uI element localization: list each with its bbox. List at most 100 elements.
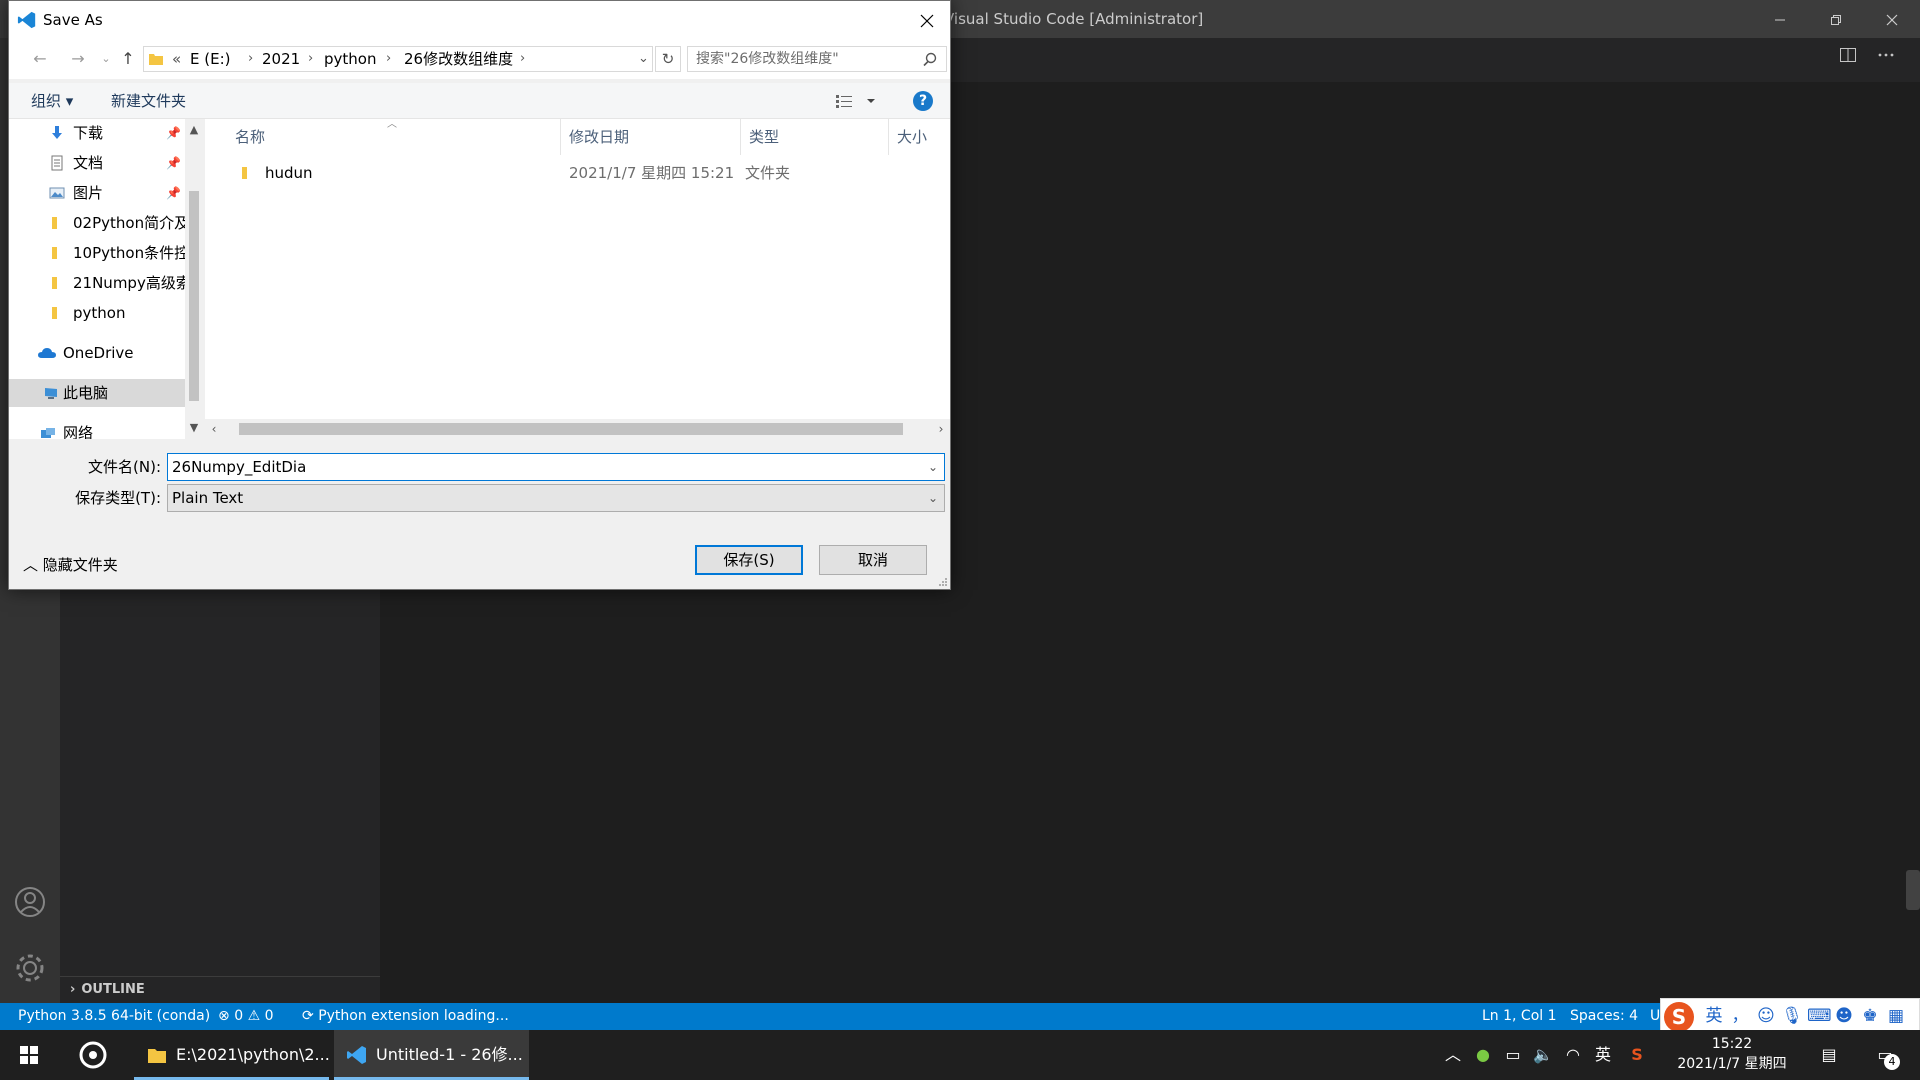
problems-indicator[interactable]: ⊗ 0 ⚠ 0 (218, 1003, 274, 1030)
column-header-size[interactable]: 大小 (889, 119, 950, 155)
ime-voice-icon[interactable]: 🎙 (1781, 1005, 1803, 1027)
table-row[interactable]: hudun 2021/1/7 星期四 15:21 文件夹 (215, 159, 945, 187)
chevron-down-icon[interactable]: ⌄ (928, 485, 938, 511)
ime-skin-icon[interactable]: ♚ (1859, 1005, 1881, 1027)
tray-overflow-icon[interactable]: ︿ (1442, 1044, 1464, 1066)
computer-icon (45, 388, 57, 399)
ime-user-icon[interactable]: ☻ (1833, 1005, 1855, 1027)
chevron-right-icon[interactable]: › (386, 47, 391, 71)
ime-keyboard-icon[interactable]: ⌨ (1807, 1005, 1832, 1027)
address-segment-year[interactable]: 2021 (262, 47, 300, 71)
taskbar-vscode[interactable]: Untitled-1 - 26修... (334, 1030, 529, 1080)
ime-lang-mode[interactable]: 英 (1703, 1005, 1725, 1027)
scroll-right-icon[interactable]: › (932, 419, 950, 439)
address-segment-drive[interactable]: E (E:) (190, 47, 230, 71)
nav-item-pictures[interactable]: 图片 📌 (9, 179, 185, 207)
address-segment-python[interactable]: python (324, 47, 376, 71)
navigation-pane-scrollbar[interactable]: ▲ ▼ (185, 119, 203, 439)
chevron-right-icon: › (70, 982, 76, 997)
accounts-button[interactable] (10, 882, 50, 922)
notification-badge: 4 (1884, 1054, 1900, 1070)
nav-item-this-pc[interactable]: 此电脑 (9, 379, 185, 407)
resize-grip-icon[interactable] (938, 577, 948, 587)
scroll-up-icon[interactable]: ▲ (185, 121, 203, 139)
search-box[interactable]: 搜索"26修改数组维度" (687, 46, 947, 72)
new-folder-button[interactable]: 新建文件夹 (111, 83, 186, 119)
sogou-tray-icon[interactable]: S (1626, 1044, 1648, 1066)
recent-locations-button[interactable]: ⌄ (95, 48, 117, 70)
file-list-hscrollbar[interactable]: ‹ › (205, 419, 950, 439)
filetype-select[interactable]: Plain Text ⌄ (167, 484, 945, 512)
tray-language[interactable]: 英 (1592, 1044, 1614, 1066)
dialog-titlebar[interactable]: Save As (9, 1, 950, 39)
nav-item-network[interactable]: 网络 (9, 419, 185, 439)
address-overflow[interactable]: « (172, 47, 181, 71)
volume-icon[interactable]: 🔈 (1532, 1044, 1554, 1066)
wifi-icon[interactable]: ◠ (1562, 1044, 1584, 1066)
chevron-up-icon: ︿ (23, 556, 39, 574)
chevron-down-icon[interactable]: ⌄ (928, 454, 938, 480)
chevron-right-icon[interactable]: › (520, 47, 525, 71)
manage-button[interactable] (10, 948, 50, 988)
cursor-position[interactable]: Ln 1, Col 1 (1482, 1003, 1557, 1030)
pin-icon: 📌 (166, 186, 181, 200)
encoding[interactable]: U (1650, 1003, 1660, 1030)
scrollbar-thumb[interactable] (189, 191, 199, 401)
taskbar-explorer[interactable]: E:\2021\python\2... (134, 1030, 330, 1080)
nav-item-label: 网络 (63, 424, 94, 439)
chevron-right-icon[interactable]: › (308, 47, 313, 71)
forward-button[interactable]: → (67, 48, 89, 70)
minimize-button[interactable] (1752, 0, 1808, 38)
column-header-name[interactable]: 名称 (227, 119, 561, 155)
back-button[interactable]: ← (29, 48, 51, 70)
scroll-left-icon[interactable]: ‹ (205, 419, 223, 439)
folder-icon (52, 277, 57, 289)
up-button[interactable]: ↑ (117, 48, 139, 70)
folder-icon (148, 1049, 166, 1063)
python-interpreter[interactable]: Python 3.8.5 64-bit (conda) (18, 1003, 210, 1030)
address-bar[interactable]: « E (E:) › 2021 › python › 26修改数组维度 › ⌄ (143, 46, 653, 72)
ime-punctuation[interactable]: ， (1729, 1005, 1751, 1027)
indentation[interactable]: Spaces: 4 (1570, 1003, 1638, 1030)
help-button[interactable]: ? (913, 91, 933, 111)
ime-emoji-icon[interactable]: ☺ (1755, 1005, 1777, 1027)
nav-item-documents[interactable]: 文档 📌 (9, 149, 185, 177)
split-editor-button[interactable] (1834, 46, 1862, 74)
nav-item-python[interactable]: python (9, 299, 185, 327)
save-button[interactable]: 保存(S) (695, 545, 803, 575)
nav-item-onedrive[interactable]: OneDrive (9, 339, 185, 367)
outline-section[interactable]: › OUTLINE (60, 976, 380, 1003)
clock[interactable]: 15:22 2021/1/7 星期四 (1660, 1034, 1804, 1074)
network-icon (41, 428, 55, 438)
filename-input[interactable]: 26Numpy_EditDia ⌄ (167, 453, 945, 481)
editor-scrollbar[interactable] (1906, 870, 1920, 910)
change-view-button[interactable] (834, 91, 884, 111)
start-button[interactable] (0, 1030, 58, 1080)
cancel-button[interactable]: 取消 (819, 545, 927, 575)
scrollbar-thumb[interactable] (239, 423, 903, 435)
close-window-button[interactable] (1864, 0, 1920, 38)
scroll-down-icon[interactable]: ▼ (185, 419, 203, 437)
tray-app-icon[interactable]: ● (1472, 1044, 1494, 1066)
pin-icon: 📌 (166, 126, 181, 140)
address-segment-current[interactable]: 26修改数组维度 (404, 47, 513, 71)
nav-item-folder[interactable]: 10Python条件控 (9, 239, 185, 267)
hide-folders-toggle[interactable]: ︿ 隐藏文件夹 (23, 551, 118, 579)
column-header-type[interactable]: 类型 (741, 119, 889, 155)
nav-item-folder[interactable]: 02Python简介及 (9, 209, 185, 237)
ime-toolbox-icon[interactable]: ▦ (1885, 1005, 1907, 1027)
restore-button[interactable] (1808, 0, 1864, 38)
column-header-modified[interactable]: 修改日期 (561, 119, 741, 155)
chevron-down-icon[interactable]: ⌄ (638, 47, 649, 71)
organize-button[interactable]: 组织 ▾ (31, 83, 73, 119)
chevron-right-icon[interactable]: › (248, 47, 253, 71)
nav-item-label: OneDrive (63, 344, 134, 362)
nav-item-folder[interactable]: 21Numpy高级索 (9, 269, 185, 297)
pinned-app-button[interactable] (68, 1030, 118, 1080)
nav-item-downloads[interactable]: 下载 📌 (9, 119, 185, 147)
dialog-close-button[interactable] (904, 1, 950, 39)
refresh-button[interactable]: ↻ (655, 46, 681, 72)
task-view-icon[interactable]: ▤ (1818, 1044, 1840, 1066)
more-actions-button[interactable] (1872, 46, 1900, 74)
battery-icon[interactable]: ▭ (1502, 1044, 1524, 1066)
